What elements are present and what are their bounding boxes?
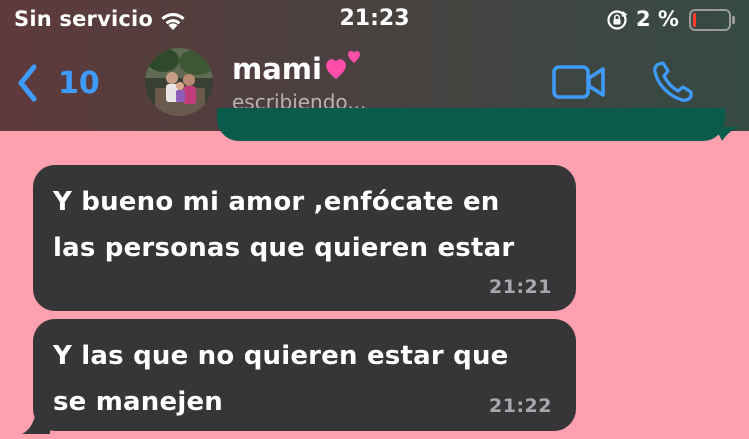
battery-icon — [689, 9, 735, 31]
battery-percent: 2 % — [636, 7, 679, 31]
bubble-tail — [712, 127, 740, 141]
phone-icon — [653, 61, 693, 102]
message-bubble[interactable]: Y las que no quieren estar que se maneje… — [33, 319, 576, 431]
message-text: Y las que no quieren estar que se maneje… — [53, 333, 558, 425]
two-hearts-icon — [326, 50, 360, 79]
message-text: Y bueno mi amor ,enfócate en las persona… — [53, 179, 558, 271]
back-button[interactable]: 10 — [16, 60, 100, 106]
video-call-button[interactable] — [551, 61, 607, 103]
message-bubble[interactable]: Y bueno mi amor ,enfócate en las persona… — [33, 165, 576, 311]
bubble-tail — [22, 412, 50, 434]
orientation-lock-icon — [607, 10, 628, 30]
voice-call-button[interactable] — [650, 58, 698, 106]
contact-name-label: mami — [232, 52, 322, 86]
message-line: Y las que no quieren estar que — [53, 341, 509, 371]
message-line: las personas que quieren estar — [53, 233, 515, 263]
message-line: Y bueno mi amor ,enfócate en — [53, 187, 500, 217]
message-line: se manejen — [53, 387, 223, 417]
previous-outgoing-bubble — [217, 108, 725, 141]
back-chevron-icon — [18, 64, 37, 102]
contact-name[interactable]: mami — [232, 50, 364, 86]
avatar[interactable] — [145, 48, 213, 116]
avatar-photo — [145, 48, 213, 116]
status-bar: Sin servicio 21:23 2 % — [0, 0, 749, 42]
message-time: 21:21 — [489, 276, 552, 298]
unread-count: 10 — [58, 65, 100, 101]
video-camera-icon — [552, 65, 605, 99]
message-time: 21:22 — [489, 395, 552, 417]
